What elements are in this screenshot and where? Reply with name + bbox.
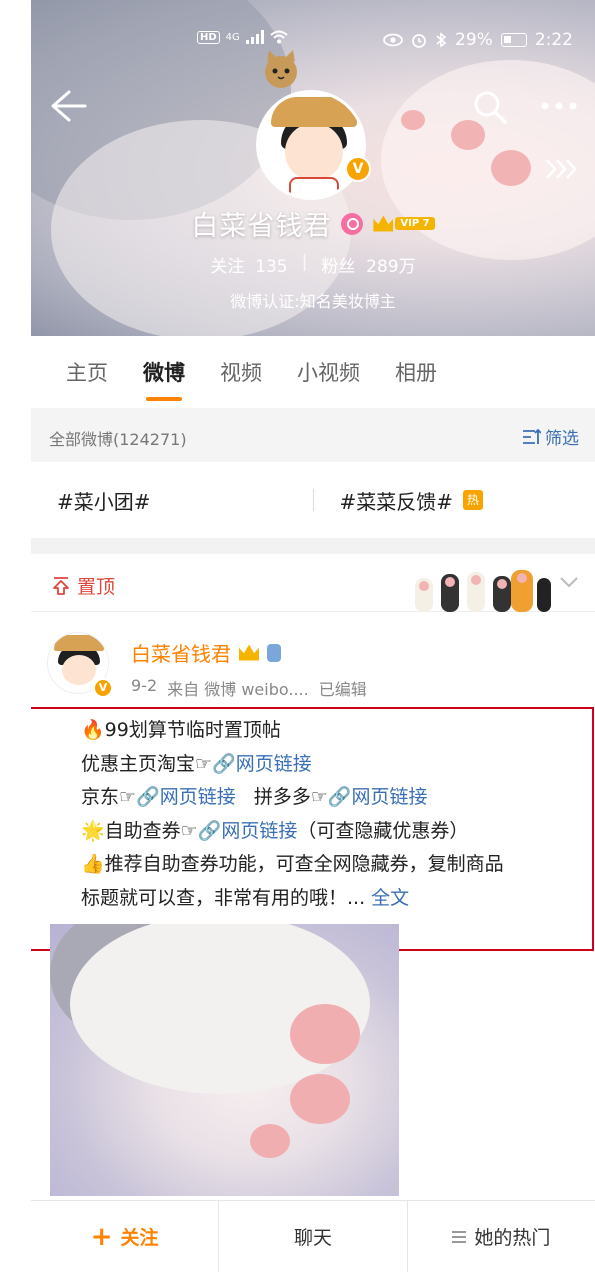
her-hot-button[interactable]: 她的热门 <box>406 1200 595 1272</box>
pin-top-icon <box>53 576 69 595</box>
post-line: 优惠主页淘宝☞🔗网页链接 <box>81 752 312 775</box>
chevron-down-icon[interactable] <box>559 576 579 588</box>
bag-icon <box>267 643 281 662</box>
profile-header: HD 4G 29% 2:22 V 白菜省钱君 VIP 7 关注 135 | 粉丝… <box>31 0 595 336</box>
post-edited: 已编辑 <box>318 680 367 699</box>
paw-decoration <box>491 150 531 186</box>
tab-weibo[interactable]: 微博 <box>143 357 185 387</box>
post-source: 来自 微博 weibo.... <box>167 680 309 699</box>
web-link[interactable]: 🔗网页链接 <box>328 786 428 808</box>
chat-button[interactable]: 聊天 <box>218 1200 406 1272</box>
web-link[interactable]: 🔗网页链接 <box>198 820 298 842</box>
clock: 2:22 <box>534 30 573 50</box>
tab-home[interactable]: 主页 <box>66 357 108 387</box>
more-icon[interactable] <box>539 100 579 112</box>
post-line: 京东☞🔗网页链接 拼多多☞🔗网页链接 <box>81 786 428 808</box>
signal-icon <box>245 30 264 44</box>
paw-decoration <box>401 110 425 130</box>
plus-icon: + <box>90 1221 113 1252</box>
post-header: V 白菜省钱君 9-2 来自 微博 weibo.... 已编辑 <box>31 612 595 706</box>
battery-percent: 29% <box>455 30 493 50</box>
crown-icon <box>239 644 259 661</box>
expand-chevron-icon[interactable] <box>543 156 579 182</box>
post-image[interactable] <box>50 924 399 1196</box>
web-link[interactable]: 🔗网页链接 <box>136 786 236 808</box>
post-line: 标题就可以查，非常有用的哦！... 全文 <box>81 886 410 909</box>
app-frame: HD 4G 29% 2:22 V 白菜省钱君 VIP 7 关注 135 | 粉丝… <box>31 0 595 1272</box>
web-link[interactable]: 🔗网页链接 <box>212 753 312 775</box>
verification-text: 微博认证:知名美妆博主 <box>230 292 396 311</box>
alarm-icon <box>412 34 426 48</box>
topic-item[interactable]: #菜菜反馈# 热 <box>314 486 595 515</box>
post-count: 全部微博(124271) <box>49 430 187 449</box>
post-line: 🔥99划算节临时置顶帖 <box>81 719 281 741</box>
topic-item[interactable]: #菜小团# <box>31 486 313 515</box>
battery-icon <box>500 33 527 47</box>
tab-short-video[interactable]: 小视频 <box>297 357 360 387</box>
hot-badge: 热 <box>463 490 484 510</box>
verified-badge: V <box>345 156 371 182</box>
pinned-header: 置顶 <box>31 554 595 612</box>
follow-stats: 关注 135 | 粉丝 289万 <box>31 252 595 277</box>
eye-icon <box>383 33 403 47</box>
bottom-action-bar: + 关注 聊天 她的热门 <box>31 1200 595 1272</box>
post-author[interactable]: 白菜省钱君 <box>131 638 281 667</box>
verified-badge: V <box>93 678 113 698</box>
stat-separator: | <box>301 252 308 272</box>
following-stat[interactable]: 关注 135 <box>210 252 287 277</box>
section-gap <box>31 538 595 554</box>
vip-badge[interactable]: VIP 7 <box>373 215 435 232</box>
profile-name-row: 白菜省钱君 VIP 7 <box>31 204 595 243</box>
full-text-link[interactable]: 全文 <box>371 887 409 909</box>
pinned-label: 置顶 <box>51 572 115 599</box>
female-gender-icon <box>341 212 364 235</box>
profile-avatar[interactable] <box>256 90 366 200</box>
search-icon[interactable] <box>471 88 509 126</box>
filter-icon <box>523 428 541 444</box>
post-meta: 9-2 来自 微博 weibo.... 已编辑 <box>131 676 367 700</box>
topic-row: #菜小团# #菜菜反馈# 热 <box>31 462 595 538</box>
cat-paws-sticker-icon <box>415 570 551 612</box>
network-type: 4G <box>225 31 240 43</box>
vip-level: VIP 7 <box>395 217 435 230</box>
fans-stat[interactable]: 粉丝 289万 <box>321 252 415 277</box>
hd-indicator: HD <box>197 30 220 44</box>
menu-icon <box>452 1230 467 1243</box>
profile-name: 白菜省钱君 <box>191 211 332 242</box>
post-date: 9-2 <box>131 676 158 695</box>
follow-button[interactable]: + 关注 <box>31 1201 218 1272</box>
post-line: 👍推荐自助查券功能，可查全网隐藏券，复制商品 <box>81 853 504 875</box>
post-text: 🔥99划算节临时置顶帖 优惠主页淘宝☞🔗网页链接 京东☞🔗网页链接 拼多多☞🔗网… <box>81 714 595 915</box>
filter-bar: 全部微博(124271) 筛选 <box>31 408 595 462</box>
cat-sticker-icon <box>265 50 297 88</box>
post-line: 🌟自助查券☞🔗网页链接（可查隐藏优惠券） <box>81 819 469 842</box>
bluetooth-icon <box>436 32 447 48</box>
profile-tabs: 主页 微博 视频 小视频 相册 <box>31 336 595 408</box>
tab-video[interactable]: 视频 <box>220 357 262 387</box>
crown-icon <box>373 215 394 232</box>
status-bar: HD 4G 29% 2:22 <box>31 30 595 56</box>
tab-album[interactable]: 相册 <box>395 357 437 387</box>
back-arrow-icon[interactable] <box>49 88 89 124</box>
wifi-icon <box>270 30 288 44</box>
filter-button[interactable]: 筛选 <box>521 424 579 449</box>
